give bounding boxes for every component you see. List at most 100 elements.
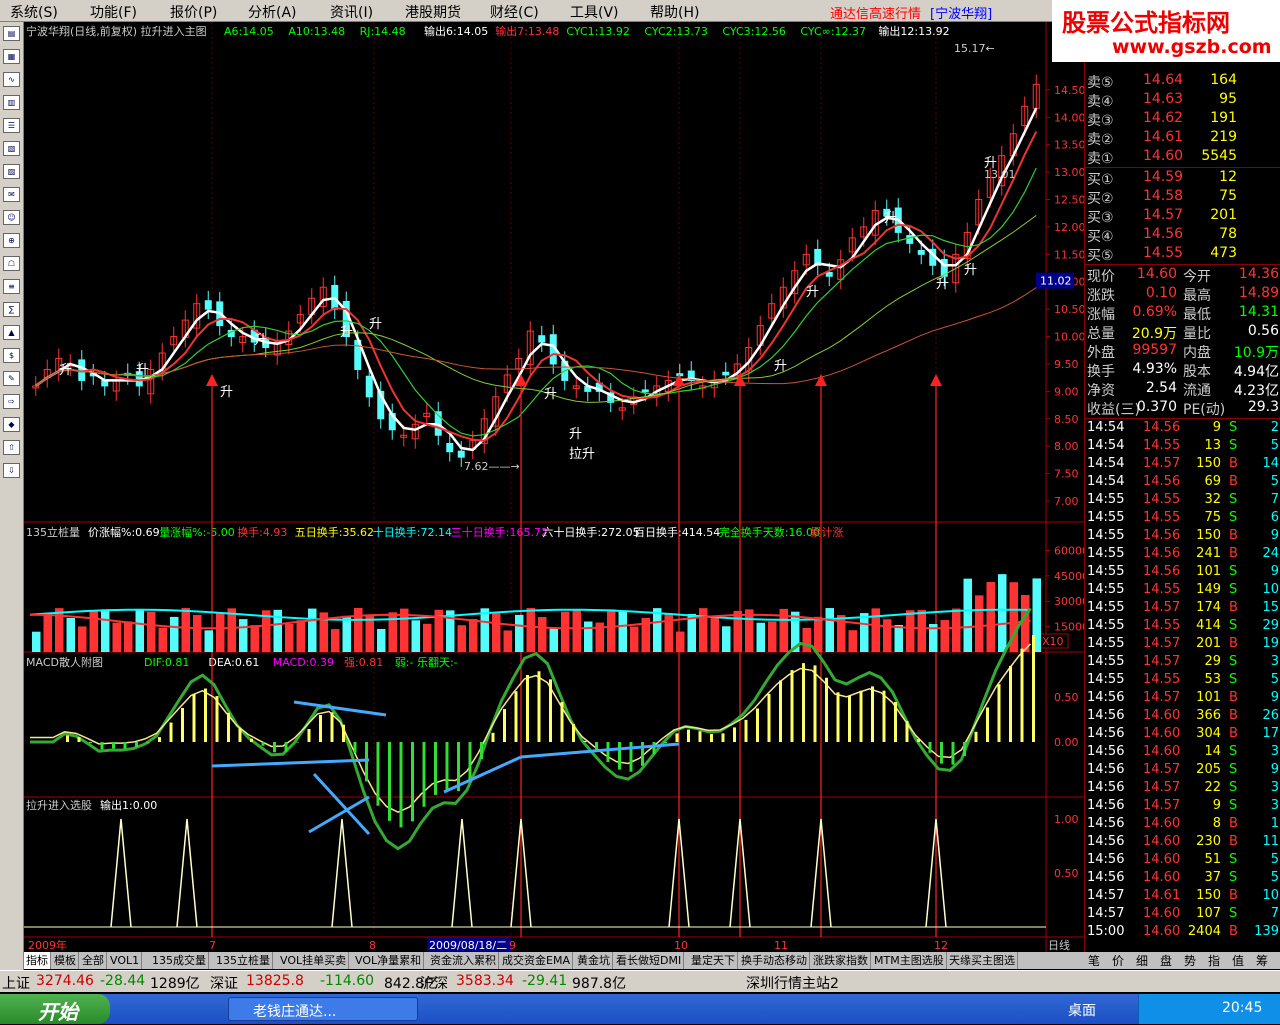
indicator-tab[interactable]: 135立桩量 xyxy=(214,952,273,969)
start-button[interactable]: 开始 xyxy=(0,994,110,1024)
tick-volume: 107 xyxy=(1196,906,1221,921)
divider xyxy=(1085,418,1280,419)
signal-label: 拉升 xyxy=(569,447,595,462)
tick-count: 2 xyxy=(1270,420,1279,435)
menu-item[interactable]: 报价(P) xyxy=(170,2,217,22)
quote-tab[interactable]: 笔 xyxy=(1088,952,1100,969)
toolbar-icon[interactable]: ∑ xyxy=(3,302,20,317)
indicator-tab[interactable]: 黄金坑 xyxy=(575,952,613,969)
toolbar-icon[interactable]: ▧ xyxy=(3,141,20,156)
toolbar-icon[interactable]: ✉ xyxy=(3,187,20,202)
toolbar-icon[interactable]: ▦ xyxy=(3,49,20,64)
quote-tab[interactable]: 筹 xyxy=(1256,952,1268,969)
quote-tab[interactable]: 价 xyxy=(1112,952,1124,969)
brand-title: 通达信高速行情 xyxy=(830,7,922,22)
indicator-tab[interactable]: 涨跌家指数 xyxy=(811,952,871,969)
tick-volume: 366 xyxy=(1196,708,1221,723)
volume-bar xyxy=(1021,595,1030,652)
quote-row: 现价 14.60 今开 14.36 xyxy=(1085,266,1280,285)
menu-item[interactable]: 功能(F) xyxy=(90,2,137,22)
quote-tab[interactable]: 指 xyxy=(1208,952,1220,969)
toolbar-icon[interactable]: ≡ xyxy=(3,279,20,294)
tick-volume: 150 xyxy=(1196,888,1221,903)
desktop-label[interactable]: 桌面 xyxy=(1068,1000,1096,1020)
sel-axis-label: 1.00 xyxy=(1054,813,1079,826)
indicator-value: 完全换手天数:16.00 xyxy=(719,525,820,539)
toolbar-icon[interactable]: ▤ xyxy=(3,26,20,41)
date-label: 9 xyxy=(509,939,516,952)
tick-count: 15 xyxy=(1262,600,1279,615)
quote-row: 14:56 14.60 8 B 1 xyxy=(1085,816,1280,834)
indicator-tab[interactable]: 资金流入累积 xyxy=(428,952,499,969)
volume-bar xyxy=(526,608,535,652)
menu-item[interactable]: 财经(C) xyxy=(490,2,539,22)
quote-row: 买④ 14.56 78 xyxy=(1085,226,1280,245)
brand-stock[interactable]: [宁波华翔] xyxy=(930,3,992,22)
taskbar-window-button[interactable]: 老钱庄通达... xyxy=(228,997,418,1021)
volume-bar xyxy=(618,611,627,652)
order-price: 14.60 xyxy=(1143,148,1184,164)
volume-bar xyxy=(204,630,213,652)
tick-volume: 9 xyxy=(1212,798,1221,813)
indicator-tab[interactable]: VOL挂单买卖 xyxy=(278,952,350,969)
quote-row: 外盘 99597 内盘 10.9万 xyxy=(1085,342,1280,361)
stat-value: 4.94亿 xyxy=(1233,364,1279,380)
quote-tab[interactable]: 势 xyxy=(1184,952,1196,969)
tick-price: 14.55 xyxy=(1143,618,1181,633)
indicator-tab[interactable]: 成交资金EMA xyxy=(500,952,573,969)
candle xyxy=(365,375,373,398)
toolbar-icon[interactable]: ◆ xyxy=(3,417,20,432)
indicator-tab[interactable]: VOL1 xyxy=(108,952,143,969)
volume-bar xyxy=(894,624,903,652)
stock-chart-area[interactable]: 宁波华翔(日线,前复权) 拉升进入主图 A6:14.05 A10:13.48 RJ:1… xyxy=(24,22,1089,952)
menu-item[interactable]: 港股期货 xyxy=(405,2,461,22)
indicator-tab[interactable]: MTM主图选股 xyxy=(872,952,947,969)
menu-item[interactable]: 工具(V) xyxy=(570,2,619,22)
menu-item[interactable]: 分析(A) xyxy=(248,2,297,22)
signal-label: 升 xyxy=(964,263,977,278)
indicator-tab[interactable]: 指标 xyxy=(24,952,51,969)
tick-side: B xyxy=(1229,726,1238,741)
tick-side: S xyxy=(1229,654,1238,669)
toolbar-icon[interactable]: ▲ xyxy=(3,325,20,340)
toolbar-icon[interactable]: ☰ xyxy=(3,118,20,133)
indicator-tab[interactable]: 量定天下 xyxy=(689,952,738,969)
tick-time: 14:55 xyxy=(1087,492,1125,507)
menu-item[interactable]: 资讯(I) xyxy=(330,2,373,22)
toolbar-icon[interactable]: ⇨ xyxy=(3,394,20,409)
signal-label: 升 xyxy=(884,211,897,226)
chart-canvas[interactable]: 宁波华翔(日线,前复权) 拉升进入主图 A6:14.05 A10:13.48 RJ:1… xyxy=(24,22,1089,952)
trend-line xyxy=(293,700,387,717)
toolbar-icon[interactable]: ▨ xyxy=(3,164,20,179)
indicator-tab[interactable]: 天缘买主图选 xyxy=(947,952,1018,969)
order-price: 14.63 xyxy=(1143,91,1184,107)
menu-item[interactable]: 帮助(H) xyxy=(650,2,699,22)
ma-line-green xyxy=(35,167,1037,437)
indicator-tab[interactable]: 全部 xyxy=(80,952,107,969)
quote-tab[interactable]: 值 xyxy=(1232,952,1244,969)
toolbar-icon[interactable]: ⊕ xyxy=(3,233,20,248)
indicator-tab[interactable]: 135成交量 xyxy=(150,952,209,969)
indicator-tab[interactable]: VOL净量累和 xyxy=(353,952,425,969)
menu-item[interactable]: 系统(S) xyxy=(10,2,58,22)
toolbar-icon[interactable]: ⇩ xyxy=(3,463,20,478)
toolbar-icon[interactable]: ✎ xyxy=(3,371,20,386)
tick-time: 14:57 xyxy=(1087,888,1125,903)
tick-volume: 8 xyxy=(1212,816,1221,831)
toolbar-icon[interactable]: ∿ xyxy=(3,72,20,87)
tick-time: 14:56 xyxy=(1087,816,1125,831)
indicator-value: RJ:14.48 xyxy=(360,25,406,38)
quote-tab[interactable]: 细 xyxy=(1136,952,1148,969)
quote-tab[interactable]: 盘 xyxy=(1160,952,1172,969)
indicator-tab[interactable]: 模板 xyxy=(52,952,79,969)
order-label: 买② xyxy=(1087,191,1114,207)
toolbar-icon[interactable]: ☖ xyxy=(3,256,20,271)
tick-time: 14:56 xyxy=(1087,852,1125,867)
toolbar-icon[interactable]: ▥ xyxy=(3,95,20,110)
price-tag: 11.02 xyxy=(1040,275,1072,288)
toolbar-icon[interactable]: ⇧ xyxy=(3,440,20,455)
toolbar-icon[interactable]: $ xyxy=(3,348,20,363)
indicator-tab[interactable]: 看长做短DMI xyxy=(614,952,685,969)
indicator-tab[interactable]: 换手动态移动 xyxy=(739,952,810,969)
toolbar-icon[interactable]: ☺ xyxy=(3,210,20,225)
